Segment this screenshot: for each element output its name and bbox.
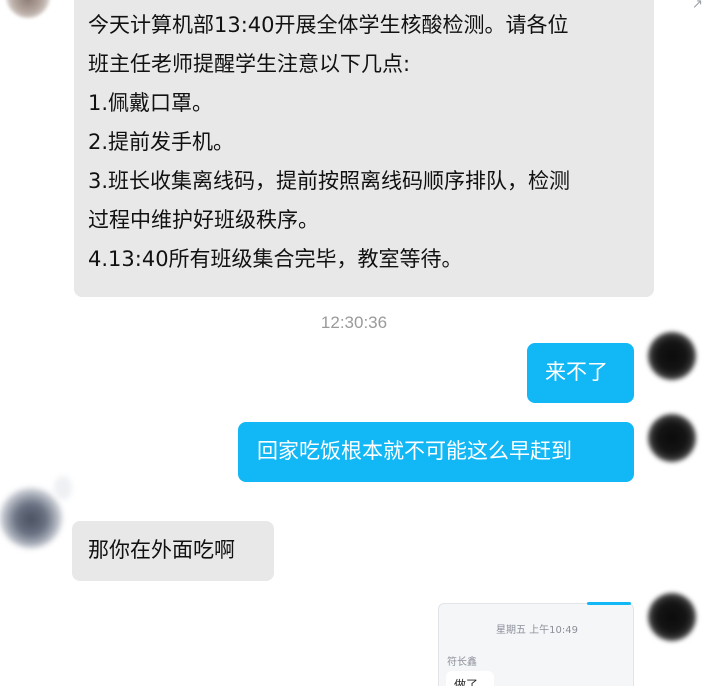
card-accent [587,602,631,605]
chat-window: ↗ 今天计算机部13:40开展全体学生核酸检测。请各位 班主任老师提醒学生注意以… [0,0,708,686]
expand-arrow-icon[interactable]: ↗ [692,0,708,12]
self-avatar[interactable] [648,332,696,380]
sender-avatar[interactable] [6,0,50,18]
self-avatar[interactable] [648,414,696,462]
card-message-text: 做了 [454,678,479,686]
card-sender-name: 符长鑫 [447,657,477,668]
notice-line: 今天计算机部13:40开展全体学生核酸检测。请各位 [88,13,569,37]
notice-line: 1.佩戴口罩。 [88,91,214,115]
notice-line: 班主任老师提醒学生注意以下几点: [88,52,411,76]
outgoing-message-bubble[interactable]: 回家吃饭根本就不可能这么早赶到 [238,422,634,482]
message-text: 来不了 [545,360,608,384]
message-timestamp: 12:30:36 [320,313,388,332]
contact-avatar-edge [54,476,72,500]
notice-line: 过程中维护好班级秩序。 [88,208,319,232]
notice-line: 3.班长收集离线码，提前按照离线码顺序排队，检测 [88,169,571,193]
notice-line: 4.13:40所有班级集合完毕，教室等待。 [88,247,463,271]
card-timestamp: 星期五 上午10:49 [496,625,578,636]
message-text: 回家吃饭根本就不可能这么早赶到 [257,439,572,463]
contact-avatar[interactable] [0,488,62,548]
forwarded-chat-card[interactable]: 星期五 上午10:49 符长鑫 做了 [438,602,634,686]
notice-line: 2.提前发手机。 [88,130,235,154]
outgoing-message-bubble[interactable]: 来不了 [527,343,634,403]
message-text: 那你在外面吃啊 [88,538,235,562]
card-message-bubble: 做了 [446,671,494,686]
notice-message-bubble[interactable]: 今天计算机部13:40开展全体学生核酸检测。请各位 班主任老师提醒学生注意以下几… [74,0,654,297]
self-avatar[interactable] [648,593,696,641]
incoming-message-bubble[interactable]: 那你在外面吃啊 [72,521,274,581]
